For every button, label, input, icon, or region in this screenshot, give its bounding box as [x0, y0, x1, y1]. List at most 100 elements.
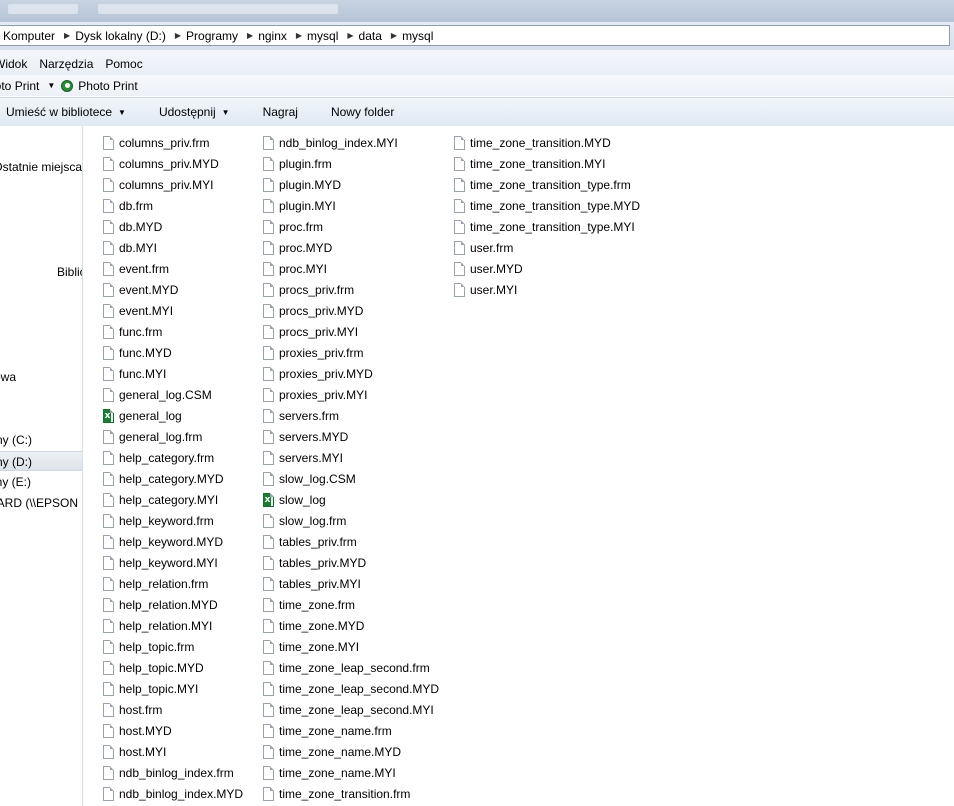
file-item[interactable]: event.MYD — [103, 279, 243, 300]
file-item[interactable]: proxies_priv.MYD — [263, 363, 439, 384]
file-item[interactable]: help_topic.frm — [103, 636, 243, 657]
include-in-library-button[interactable]: Umieść w bibliotece ▼ — [0, 105, 141, 119]
file-item[interactable]: time_zone_transition_type.MYI — [454, 216, 640, 237]
chevron-right-icon[interactable]: ▶ — [245, 31, 255, 40]
nav-item-homegroup[interactable]: Grupa domowa — [0, 367, 82, 387]
file-item[interactable]: columns_priv.frm — [103, 132, 243, 153]
file-item[interactable]: columns_priv.MYI — [103, 174, 243, 195]
nav-item-recent-places[interactable]: Ostatnie miejsca — [0, 157, 82, 177]
file-item[interactable]: help_keyword.frm — [103, 510, 243, 531]
file-item[interactable]: proc.MYD — [263, 237, 439, 258]
file-item[interactable]: time_zone_name.MYI — [263, 762, 439, 783]
menu-item-pomoc[interactable]: Pomoc — [99, 50, 148, 75]
nav-item-drive-c[interactable]: Dysk lokalny (C:) — [0, 430, 82, 450]
file-item[interactable]: time_zone_transition_type.MYD — [454, 195, 640, 216]
file-item[interactable]: proc.MYI — [263, 258, 439, 279]
file-item[interactable]: time_zone_name.frm — [263, 720, 439, 741]
file-item[interactable]: host.MYD — [103, 720, 243, 741]
file-item[interactable]: time_zone_transition.frm — [263, 783, 439, 804]
file-item[interactable]: procs_priv.MYD — [263, 300, 439, 321]
chevron-right-icon[interactable]: ▶ — [173, 31, 183, 40]
chevron-right-icon[interactable]: ▶ — [345, 31, 355, 40]
new-folder-button[interactable]: Nowy folder — [325, 105, 409, 119]
file-item[interactable]: db.MYI — [103, 237, 243, 258]
file-item[interactable]: host.frm — [103, 699, 243, 720]
file-item[interactable]: time_zone_leap_second.frm — [263, 657, 439, 678]
nav-item-network-card[interactable]: CARD (\\EPSON — [0, 493, 82, 513]
file-item[interactable]: ndb_binlog_index.frm — [103, 762, 243, 783]
file-item[interactable]: help_topic.MYD — [103, 657, 243, 678]
file-item[interactable]: ndb_binlog_index.MYI — [263, 132, 439, 153]
file-item[interactable]: time_zone_transition.MYI — [454, 153, 640, 174]
file-item[interactable]: help_topic.MYI — [103, 678, 243, 699]
file-item[interactable]: general_log.frm — [103, 426, 243, 447]
breadcrumb-item-data[interactable]: data ▶ — [356, 26, 400, 45]
file-item[interactable]: slow_log.CSM — [263, 468, 439, 489]
breadcrumb-item-mysql[interactable]: mysql ▶ — [304, 26, 356, 45]
file-item[interactable]: time_zone.frm — [263, 594, 439, 615]
file-item[interactable]: proc.frm — [263, 216, 439, 237]
file-item[interactable]: tables_priv.MYD — [263, 552, 439, 573]
breadcrumb-item-drive-d[interactable]: Dysk lokalny (D:) ▶ — [72, 26, 183, 45]
file-item[interactable]: general_log.CSM — [103, 384, 243, 405]
file-item[interactable]: user.frm — [454, 237, 640, 258]
file-item[interactable]: columns_priv.MYD — [103, 153, 243, 174]
file-item[interactable]: time_zone_leap_second.MYD — [263, 678, 439, 699]
share-button[interactable]: Udostępnij ▼ — [153, 105, 245, 119]
file-item[interactable]: tables_priv.frm — [263, 531, 439, 552]
file-item[interactable]: time_zone.MYD — [263, 615, 439, 636]
file-item[interactable]: slow_log — [263, 489, 439, 510]
menu-item-widok[interactable]: Widok — [0, 50, 33, 75]
file-item[interactable]: ndb_binlog_index.MYD — [103, 783, 243, 804]
file-item[interactable]: func.frm — [103, 321, 243, 342]
file-item[interactable]: plugin.MYD — [263, 174, 439, 195]
file-item[interactable]: time_zone_transition_type.frm — [454, 174, 640, 195]
burn-button[interactable]: Nagraj — [257, 105, 313, 119]
file-item[interactable]: servers.MYD — [263, 426, 439, 447]
file-item[interactable]: event.MYI — [103, 300, 243, 321]
file-item[interactable]: db.frm — [103, 195, 243, 216]
nav-item-libraries[interactable]: Biblioteki — [0, 262, 82, 282]
photo-print-button[interactable]: Photo Print — [78, 79, 137, 93]
file-item[interactable]: procs_priv.frm — [263, 279, 439, 300]
file-item[interactable]: user.MYD — [454, 258, 640, 279]
file-item[interactable]: event.frm — [103, 258, 243, 279]
file-item[interactable]: user.MYI — [454, 279, 640, 300]
breadcrumb-item-komputer[interactable]: Komputer ▶ — [0, 26, 72, 45]
file-item[interactable]: db.MYD — [103, 216, 243, 237]
file-item[interactable]: plugin.MYI — [263, 195, 439, 216]
file-item[interactable]: time_zone_transition.MYD — [454, 132, 640, 153]
file-item[interactable]: func.MYD — [103, 342, 243, 363]
file-item[interactable]: proxies_priv.MYI — [263, 384, 439, 405]
file-item[interactable]: help_keyword.MYI — [103, 552, 243, 573]
file-item[interactable]: tables_priv.MYI — [263, 573, 439, 594]
breadcrumb-item-mysql-current[interactable]: mysql — [399, 26, 440, 45]
file-item[interactable]: help_relation.MYI — [103, 615, 243, 636]
file-item[interactable]: help_keyword.MYD — [103, 531, 243, 552]
menu-item-narzedzia[interactable]: Narzędzia — [33, 50, 99, 75]
breadcrumb-item-programy[interactable]: Programy ▶ — [183, 26, 255, 45]
file-item[interactable]: help_relation.frm — [103, 573, 243, 594]
file-item[interactable]: general_log — [103, 405, 243, 426]
file-item[interactable]: help_category.MYI — [103, 489, 243, 510]
file-item[interactable]: slow_log.frm — [263, 510, 439, 531]
nav-item-drive-d[interactable]: Dysk lokalny (D:) — [0, 451, 82, 471]
file-item[interactable]: servers.MYI — [263, 447, 439, 468]
file-item[interactable]: func.MYI — [103, 363, 243, 384]
chevron-right-icon[interactable]: ▶ — [294, 31, 304, 40]
file-item[interactable]: plugin.frm — [263, 153, 439, 174]
file-item[interactable]: proxies_priv.frm — [263, 342, 439, 363]
chevron-right-icon[interactable]: ▶ — [62, 31, 72, 40]
file-item[interactable]: procs_priv.MYI — [263, 321, 439, 342]
breadcrumb-item-nginx[interactable]: nginx ▶ — [255, 26, 304, 45]
chevron-down-icon[interactable]: ▼ — [47, 81, 55, 90]
file-item[interactable]: time_zone_name.MYD — [263, 741, 439, 762]
file-item[interactable]: time_zone.MYI — [263, 636, 439, 657]
photo-print-dropdown-label[interactable]: Photo Print — [0, 79, 39, 93]
file-item[interactable]: help_category.MYD — [103, 468, 243, 489]
file-item[interactable]: help_relation.MYD — [103, 594, 243, 615]
nav-item-drive-e[interactable]: Dysk lokalny (E:) — [0, 472, 82, 492]
file-item[interactable]: servers.frm — [263, 405, 439, 426]
file-item[interactable]: time_zone_leap_second.MYI — [263, 699, 439, 720]
file-item[interactable]: help_category.frm — [103, 447, 243, 468]
